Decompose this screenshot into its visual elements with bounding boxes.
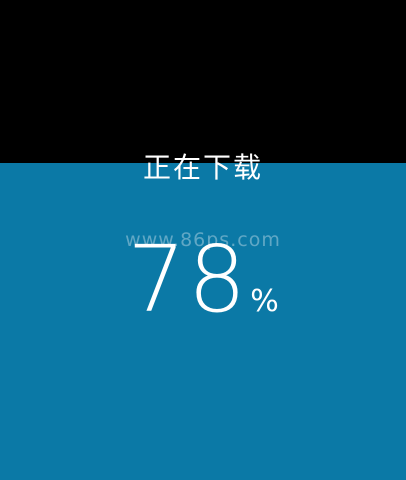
progress-percentage: 78% — [0, 230, 406, 330]
progress-value: 78 — [127, 226, 249, 333]
download-status-label: 正在下载 — [142, 151, 263, 184]
download-screen: 正在下载 www.86ps.com 78% — [0, 0, 406, 480]
percent-sign: % — [250, 284, 279, 319]
